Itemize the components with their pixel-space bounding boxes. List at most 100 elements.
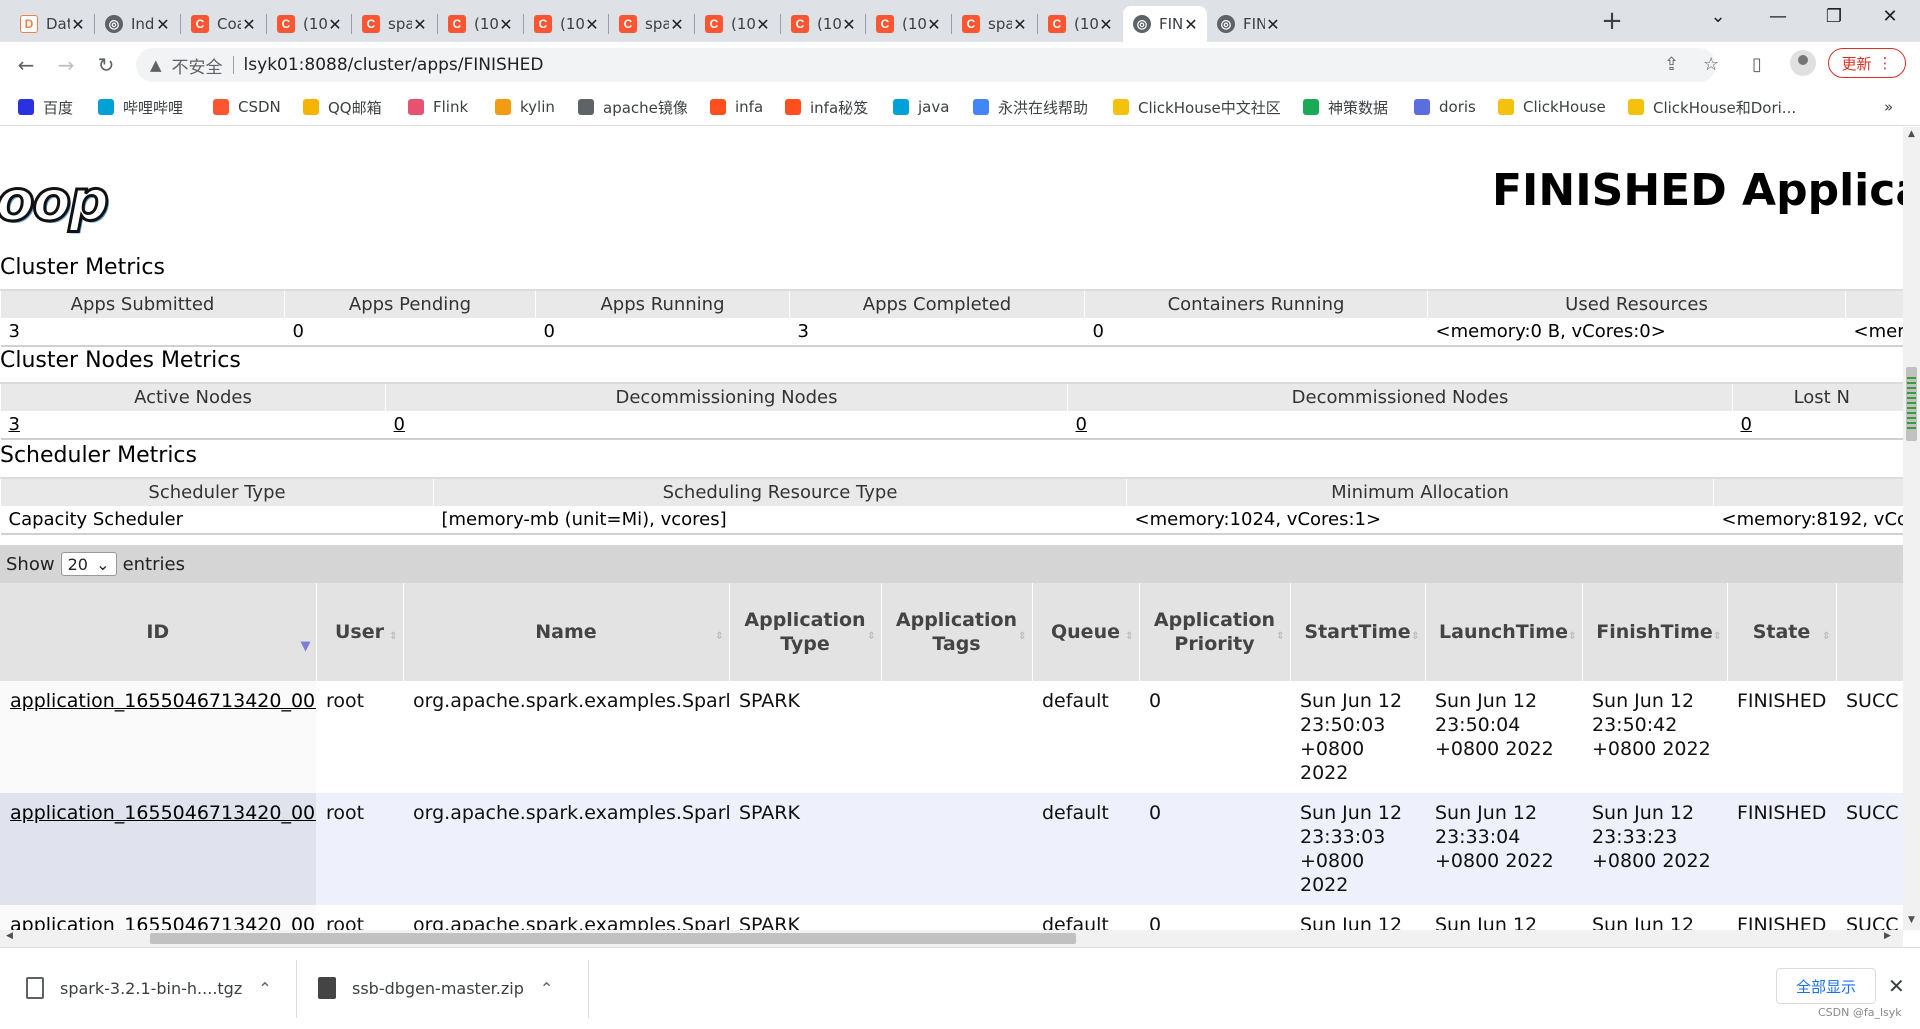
sort-icon[interactable]: ⇕ xyxy=(1411,625,1419,649)
close-tab-icon[interactable]: ✕ xyxy=(1183,15,1199,34)
application-id-link[interactable]: application_1655046713420_0003 xyxy=(10,690,316,712)
sort-icon[interactable]: ⇕ xyxy=(1125,625,1133,649)
close-tab-icon[interactable]: ✕ xyxy=(70,15,86,34)
column-header-state[interactable]: State ⇕ xyxy=(1727,583,1837,681)
close-tab-icon[interactable]: ✕ xyxy=(1098,15,1114,34)
column-header-finishtime[interactable]: FinishTime ⇕ xyxy=(1582,583,1728,681)
close-window-button[interactable]: ✕ xyxy=(1868,6,1912,27)
application-id-link[interactable]: application_1655046713420_0002 xyxy=(10,802,316,824)
close-tab-icon[interactable]: ✕ xyxy=(155,15,171,34)
sort-icon[interactable]: ⇕ xyxy=(1713,625,1721,649)
bookmark-item[interactable]: ClickHouse xyxy=(1498,96,1606,118)
bookmark-item[interactable]: 永洪在线帮助 xyxy=(973,96,1088,118)
maximize-button[interactable]: ❐ xyxy=(1812,6,1856,27)
metric-link[interactable]: 3 xyxy=(9,414,20,435)
scroll-up-icon[interactable]: ▲ xyxy=(1903,129,1920,139)
bookmark-item[interactable]: QQ邮箱 xyxy=(303,96,382,118)
update-button[interactable]: 更新 ⋮ xyxy=(1828,48,1906,78)
tab-search-icon[interactable]: ⌄ xyxy=(1696,6,1740,27)
sort-icon[interactable]: ⇕ xyxy=(389,625,397,649)
browser-tab[interactable]: C (10 ✕ xyxy=(1038,6,1122,42)
column-header-final[interactable]: Final⇕ xyxy=(1836,583,1903,681)
column-header-application-type[interactable]: Application Type ⇕ xyxy=(729,583,882,681)
bookmarks-overflow-icon[interactable]: » xyxy=(1884,96,1893,118)
download-item[interactable]: spark-3.2.1-bin-h....tgz ⌃ xyxy=(26,968,272,1008)
browser-tab[interactable]: ◎ Ind ✕ xyxy=(95,6,179,42)
warning-icon[interactable]: ▲ xyxy=(150,56,162,74)
back-icon[interactable]: ← xyxy=(12,51,40,79)
application-id-link[interactable]: application_1655046713420_0001 xyxy=(10,914,316,930)
close-tab-icon[interactable]: ✕ xyxy=(669,15,685,34)
bookmark-item[interactable]: Flink xyxy=(408,96,468,118)
forward-icon[interactable]: → xyxy=(52,51,80,79)
horizontal-scrollbar[interactable]: ◀ ▶ xyxy=(0,930,1903,947)
hadoop-logo[interactable]: oop xyxy=(0,168,111,236)
metric-link[interactable]: 0 xyxy=(394,414,405,435)
close-tab-icon[interactable]: ✕ xyxy=(841,15,857,34)
horizontal-scroll-thumb[interactable] xyxy=(150,933,1076,944)
bookmark-item[interactable]: ClickHouse中文社区 xyxy=(1113,96,1281,118)
column-header-name[interactable]: Name ⇕ xyxy=(403,583,730,681)
bookmark-item[interactable]: java xyxy=(893,96,949,118)
browser-tab[interactable]: C Coa✕ xyxy=(181,6,265,42)
sort-icon[interactable]: ⇕ xyxy=(1018,625,1026,649)
browser-tab[interactable]: ◎ FIN ✕ xyxy=(1123,6,1207,42)
chevron-up-icon[interactable]: ⌃ xyxy=(258,979,271,998)
browser-tab[interactable]: C (10 ✕ xyxy=(866,6,950,42)
url-text[interactable]: lsyk01:8088/cluster/apps/FINISHED xyxy=(244,55,544,75)
sort-icon[interactable]: ⇕ xyxy=(867,625,875,649)
bookmark-item[interactable]: infa秘笈 xyxy=(785,96,868,118)
new-tab-button[interactable]: + xyxy=(1598,8,1626,36)
bookmark-item[interactable]: 神策数据 xyxy=(1303,96,1388,118)
sort-icon[interactable]: ⇕ xyxy=(715,625,723,649)
column-header-user[interactable]: User ⇕ xyxy=(316,583,404,681)
bookmark-item[interactable]: infa xyxy=(710,96,763,118)
close-tab-icon[interactable]: ✕ xyxy=(1012,15,1028,34)
share-icon[interactable]: ⇪ xyxy=(1664,54,1679,75)
close-icon[interactable]: ✕ xyxy=(1888,974,1905,998)
bookmark-item[interactable]: apache镜像 xyxy=(578,96,688,118)
bookmark-item[interactable]: 哔哩哔哩 xyxy=(98,96,183,118)
bookmark-item[interactable]: 百度 xyxy=(18,96,73,118)
bookmark-item[interactable]: doris xyxy=(1414,96,1476,118)
browser-tab[interactable]: C (10 ✕ xyxy=(781,6,865,42)
side-panel-icon[interactable]: ▯ xyxy=(1752,54,1762,75)
sort-icon[interactable]: ⇕ xyxy=(1276,625,1284,649)
close-tab-icon[interactable]: ✕ xyxy=(498,15,514,34)
sort-icon[interactable]: ⇕ xyxy=(1568,625,1576,649)
bookmark-star-icon[interactable]: ☆ xyxy=(1703,54,1719,75)
browser-tab[interactable]: C (10 ✕ xyxy=(438,6,522,42)
bookmark-item[interactable]: ClickHouse和Dori... xyxy=(1628,96,1796,118)
close-tab-icon[interactable]: ✕ xyxy=(755,15,771,34)
browser-tab[interactable]: C (10 ✕ xyxy=(267,6,351,42)
column-header-application-priority[interactable]: Application Priority ⇕ xyxy=(1139,583,1291,681)
entries-select[interactable]: 20 ⌄ xyxy=(60,552,117,576)
column-header-id[interactable]: ID ▼ xyxy=(0,583,317,681)
browser-tab[interactable]: Cspa ✕ xyxy=(352,6,436,42)
column-header-application-tags[interactable]: Application Tags ⇕ xyxy=(881,583,1033,681)
sort-desc-icon[interactable]: ▼ xyxy=(301,635,311,659)
close-tab-icon[interactable]: ✕ xyxy=(926,15,942,34)
column-header-queue[interactable]: Queue ⇕ xyxy=(1032,583,1140,681)
vertical-scrollbar[interactable]: ▲ ▼ xyxy=(1903,127,1920,930)
metric-link[interactable]: 0 xyxy=(1741,414,1752,435)
browser-tab[interactable]: Cspa ✕ xyxy=(609,6,693,42)
browser-tab[interactable]: Cspa ✕ xyxy=(952,6,1036,42)
close-tab-icon[interactable]: ✕ xyxy=(1265,15,1281,34)
column-header-starttime[interactable]: StartTime ⇕ xyxy=(1290,583,1426,681)
chevron-up-icon[interactable]: ⌃ xyxy=(540,979,553,998)
sort-icon[interactable]: ⇕ xyxy=(1822,625,1830,649)
show-all-button[interactable]: 全部显示 xyxy=(1776,968,1876,1004)
profile-avatar[interactable] xyxy=(1790,50,1816,76)
bookmark-item[interactable]: kylin xyxy=(495,96,555,118)
minimize-button[interactable]: — xyxy=(1756,6,1800,27)
close-tab-icon[interactable]: ✕ xyxy=(241,15,257,34)
browser-tab[interactable]: D Dat ✕ xyxy=(10,6,94,42)
address-bar[interactable]: ▲ 不安全 lsyk01:8088/cluster/apps/FINISHED xyxy=(136,48,1716,82)
bookmark-item[interactable]: CSDN xyxy=(213,96,281,118)
scroll-down-icon[interactable]: ▼ xyxy=(1903,915,1920,925)
close-tab-icon[interactable]: ✕ xyxy=(412,15,428,34)
browser-tab[interactable]: ◎ FIN ✕ xyxy=(1207,6,1289,42)
close-tab-icon[interactable]: ✕ xyxy=(327,15,343,34)
reload-icon[interactable]: ↻ xyxy=(92,51,120,79)
